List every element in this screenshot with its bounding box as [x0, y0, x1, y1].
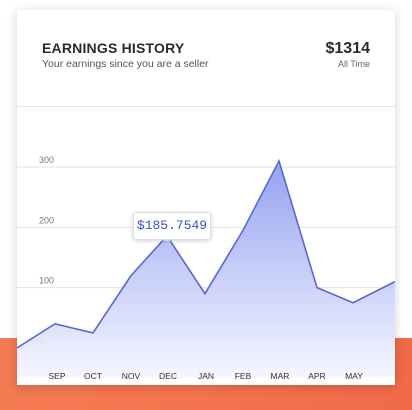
earnings-area: [17, 160, 395, 378]
y-tick-label: 300: [39, 155, 54, 165]
x-tick-label: DEC: [159, 371, 177, 381]
x-tick-label: NOV: [122, 371, 141, 381]
x-tick-label: MAY: [345, 371, 363, 381]
x-tick-label: SEP: [48, 371, 65, 381]
x-tick-label: APR: [308, 371, 325, 381]
earnings-chart: 0100200300 SEPOCTNOVDECJANFEBMARAPRMAY: [17, 106, 395, 381]
x-tick-label: OCT: [84, 371, 102, 381]
earnings-history-card: EARNINGS HISTORY Your earnings since you…: [17, 10, 395, 385]
value-tooltip: $185.7549: [133, 212, 211, 240]
x-tick-label: FEB: [235, 371, 252, 381]
x-tick-label: MAR: [271, 371, 290, 381]
x-tick-label: JAN: [198, 371, 214, 381]
y-tick-label: 200: [39, 215, 54, 225]
y-tick-label: 100: [39, 276, 54, 286]
